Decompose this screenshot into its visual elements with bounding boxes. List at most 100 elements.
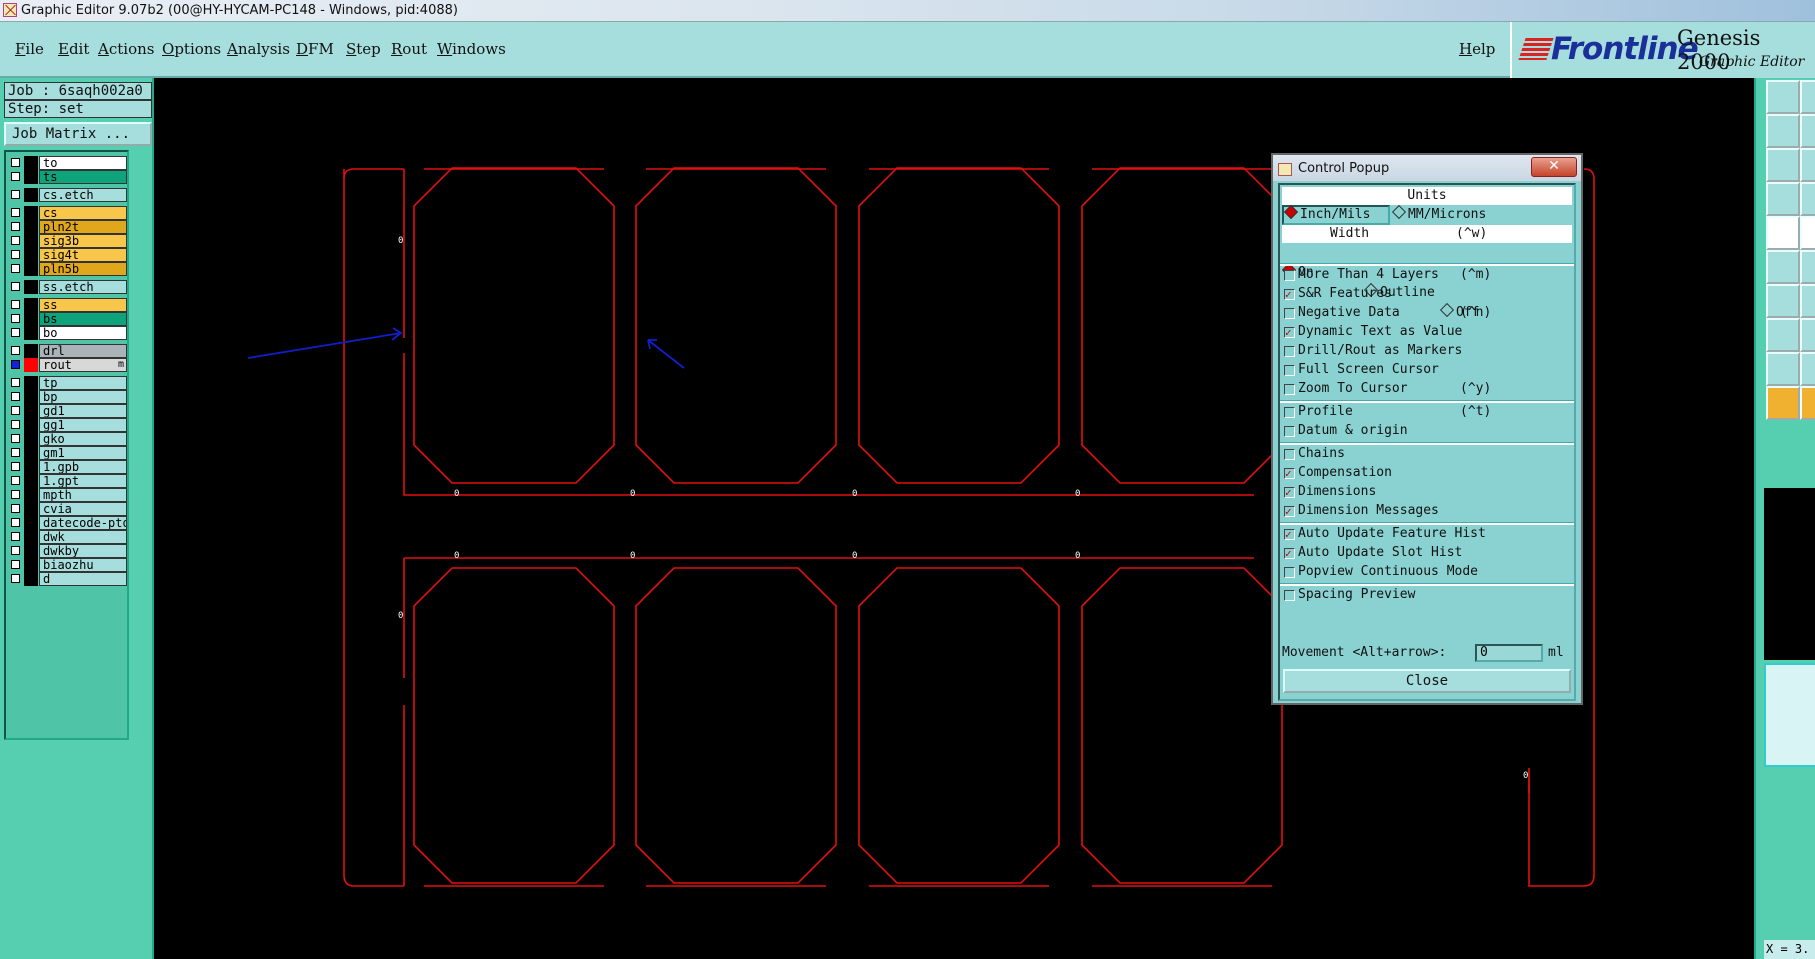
layer-color-swatch[interactable] <box>24 170 38 184</box>
layer-color-swatch[interactable] <box>24 516 38 530</box>
checkbox-icon[interactable] <box>1284 323 1295 343</box>
tool-button-7-1[interactable] <box>1800 318 1815 352</box>
layer-color-swatch[interactable] <box>24 544 38 558</box>
option-auto-update-feature-hist[interactable]: Auto Update Feature Hist <box>1282 524 1574 545</box>
layer-checkbox[interactable] <box>11 490 20 499</box>
checkbox-icon[interactable] <box>1284 502 1295 522</box>
layer-checkbox[interactable] <box>11 158 20 167</box>
layer-checkbox[interactable] <box>11 250 20 259</box>
layer-color-swatch[interactable] <box>24 432 38 446</box>
layer-checkbox[interactable] <box>11 504 20 513</box>
close-button[interactable]: Close <box>1283 669 1571 693</box>
checkbox-icon[interactable] <box>1284 590 1295 601</box>
unit-option-inch[interactable]: Inch/Mils <box>1282 204 1390 225</box>
layer-color-swatch[interactable] <box>24 502 38 516</box>
layer-color-swatch[interactable] <box>24 390 38 404</box>
checkbox-icon[interactable] <box>1284 308 1295 319</box>
layer-row-bo[interactable]: bo <box>8 326 128 340</box>
checkbox-icon[interactable] <box>1284 285 1295 305</box>
layer-row-pln2t[interactable]: pln2t <box>8 220 128 234</box>
tool-button-5-1[interactable] <box>1800 250 1815 284</box>
tool-button-0-1[interactable] <box>1800 80 1815 114</box>
tool-button-4-0[interactable] <box>1766 216 1800 250</box>
layer-name[interactable]: to <box>39 156 127 170</box>
layer-name[interactable]: 1.gpt <box>39 474 127 488</box>
layer-name[interactable]: sig3b <box>39 234 127 248</box>
layer-checkbox[interactable] <box>11 264 20 273</box>
layer-name[interactable]: datecode-pto <box>39 516 127 530</box>
layer-name[interactable]: bs <box>39 312 127 326</box>
layer-name[interactable]: bo <box>39 326 127 340</box>
checkbox-icon[interactable] <box>1284 346 1295 357</box>
tool-button-1-0[interactable] <box>1766 114 1800 148</box>
layer-name[interactable]: pln5b <box>39 262 127 276</box>
layer-color-swatch[interactable] <box>24 558 38 572</box>
layer-row-gg1[interactable]: gg1 <box>8 418 128 432</box>
layer-checkbox[interactable] <box>11 190 20 199</box>
layer-checkbox[interactable] <box>11 448 20 457</box>
layer-checkbox[interactable] <box>11 300 20 309</box>
layer-name[interactable]: biaozhu <box>39 558 127 572</box>
checkbox-icon[interactable] <box>1284 407 1295 418</box>
layer-name[interactable]: gg1 <box>39 418 127 432</box>
layer-name[interactable]: ss <box>39 298 127 312</box>
menu-step[interactable]: Step <box>346 40 381 58</box>
layer-checkbox[interactable] <box>11 406 20 415</box>
tool-button-2-1[interactable] <box>1800 148 1815 182</box>
checkbox-icon[interactable] <box>1284 270 1295 281</box>
layer-checkbox[interactable] <box>11 282 20 291</box>
layer-checkbox[interactable] <box>11 328 20 337</box>
layer-row-mpth[interactable]: mpth <box>8 488 128 502</box>
layer-name[interactable]: pln2t <box>39 220 127 234</box>
menu-help[interactable]: Help <box>1459 40 1495 58</box>
option-popview-continuous-mode[interactable]: Popview Continuous Mode <box>1282 562 1574 582</box>
layer-name[interactable]: cvia <box>39 502 127 516</box>
option-datum-origin[interactable]: Datum & origin <box>1282 421 1574 441</box>
layer-row-ss[interactable]: ss <box>8 298 128 312</box>
layer-name[interactable]: sig4t <box>39 248 127 262</box>
menu-options[interactable]: Options <box>162 40 221 58</box>
control-popup-titlebar[interactable]: Control Popup ✕ <box>1273 155 1581 181</box>
layer-name[interactable]: tp <box>39 376 127 390</box>
checkbox-icon[interactable] <box>1284 567 1295 578</box>
job-matrix-button[interactable]: Job Matrix ... <box>4 122 152 146</box>
layer-name[interactable]: gm1 <box>39 446 127 460</box>
menu-dfm[interactable]: DFM <box>296 40 334 58</box>
layer-row-drl[interactable]: drl <box>8 344 128 358</box>
layer-row-ts[interactable]: ts <box>8 170 128 184</box>
menu-analysis[interactable]: Analysis <box>227 40 290 58</box>
checkbox-icon[interactable] <box>1284 525 1295 545</box>
layer-color-swatch[interactable] <box>24 326 38 340</box>
checkbox-icon[interactable] <box>1284 464 1295 484</box>
option-chains[interactable]: Chains <box>1282 444 1574 464</box>
layer-name[interactable]: gko <box>39 432 127 446</box>
overview-minimap[interactable] <box>1764 663 1815 767</box>
layer-color-swatch[interactable] <box>24 404 38 418</box>
layer-row-1-gpt[interactable]: 1.gpt <box>8 474 128 488</box>
layer-color-swatch[interactable] <box>24 262 38 276</box>
option-full-screen-cursor[interactable]: Full Screen Cursor <box>1282 360 1574 380</box>
layer-checkbox[interactable] <box>11 462 20 471</box>
option-negative-data[interactable]: Negative Data (^n) <box>1282 303 1574 323</box>
tool-button-4-1[interactable] <box>1800 216 1815 250</box>
layer-color-swatch[interactable] <box>24 376 38 390</box>
layer-color-swatch[interactable] <box>24 312 38 326</box>
tool-button-8-0[interactable] <box>1766 352 1800 386</box>
layer-row-gd1[interactable]: gd1 <box>8 404 128 418</box>
checkbox-icon[interactable] <box>1284 483 1295 503</box>
layer-row-sig4t[interactable]: sig4t <box>8 248 128 262</box>
layer-row-pln5b[interactable]: pln5b <box>8 262 128 276</box>
layer-name[interactable]: mpth <box>39 488 127 502</box>
layer-row-cvia[interactable]: cvia <box>8 502 128 516</box>
tool-button-6-0[interactable] <box>1766 284 1800 318</box>
layer-checkbox[interactable] <box>11 574 20 583</box>
layer-color-swatch[interactable] <box>24 248 38 262</box>
layer-color-swatch[interactable] <box>24 460 38 474</box>
option-profile[interactable]: Profile (^t) <box>1282 402 1574 422</box>
layer-row-tp[interactable]: tp <box>8 376 128 390</box>
layer-row-biaozhu[interactable]: biaozhu <box>8 558 128 572</box>
layer-checkbox[interactable] <box>11 378 20 387</box>
layer-name[interactable]: bp <box>39 390 127 404</box>
layer-color-swatch[interactable] <box>24 344 38 358</box>
checkbox-icon[interactable] <box>1284 384 1295 395</box>
